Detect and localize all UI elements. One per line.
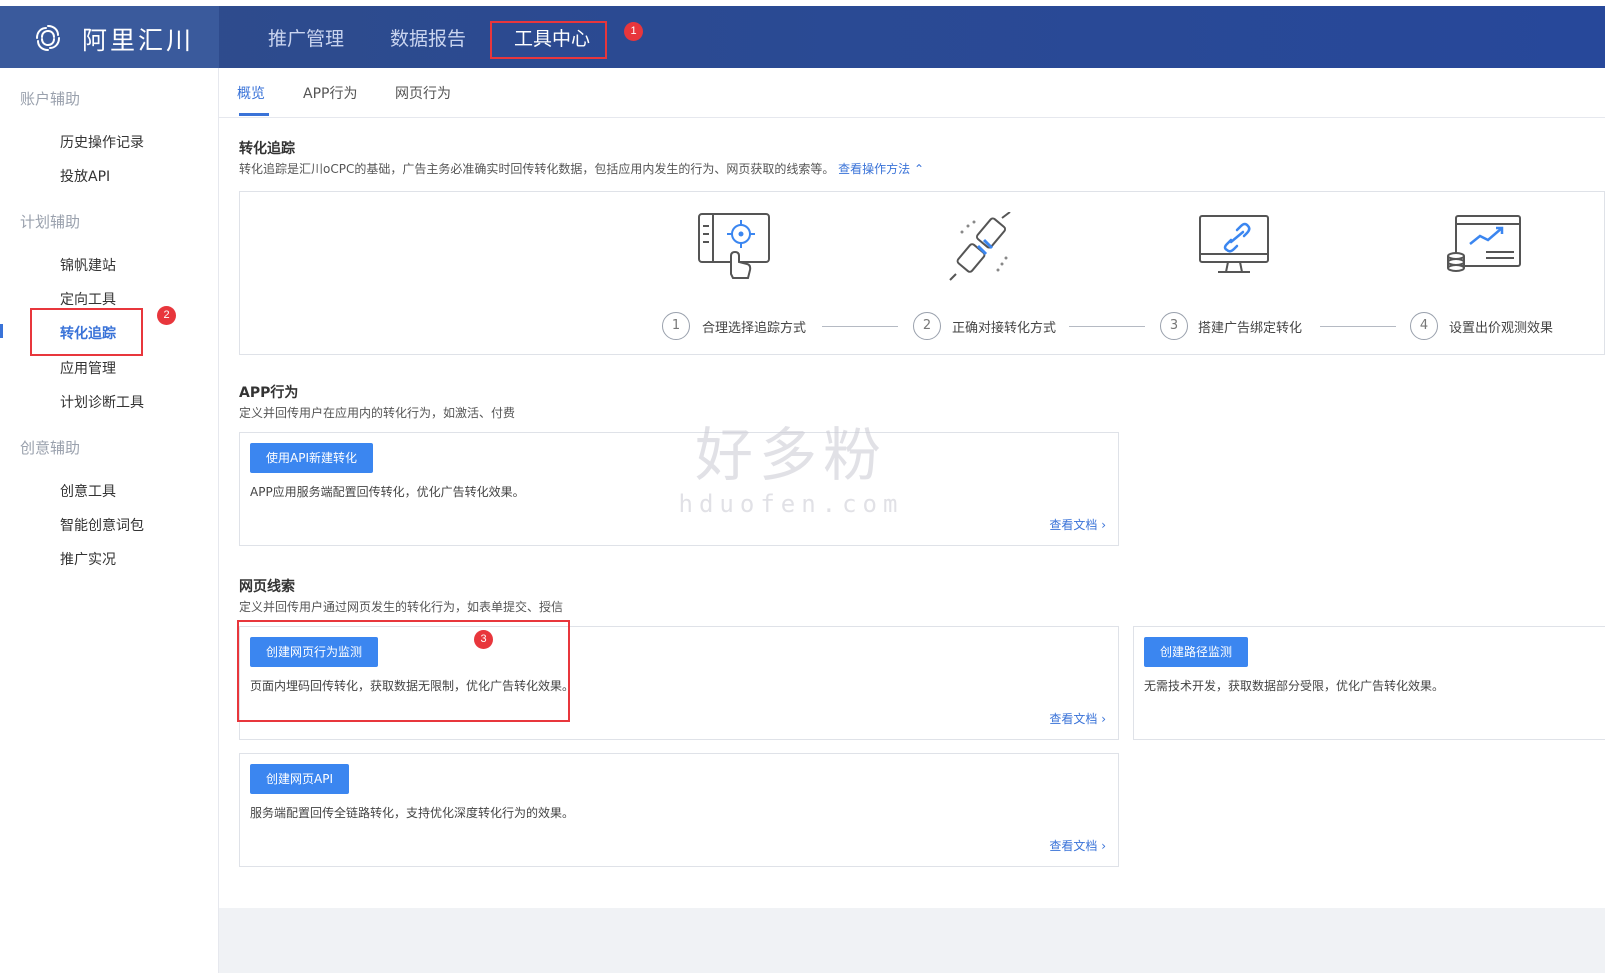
web-section-title: 网页线索	[239, 579, 295, 595]
highlight-box-tool-center	[490, 21, 607, 59]
doc-link-text: 查看文档	[1049, 712, 1098, 726]
step-connector	[822, 326, 898, 327]
create-api-conversion-button[interactable]: 使用API新建转化	[250, 443, 373, 473]
brand-name: 阿里汇川	[82, 26, 195, 55]
sidebar-item-history[interactable]: 历史操作记录	[60, 132, 144, 152]
doc-link-text: 查看文档	[1049, 518, 1098, 532]
app-section-title: APP行为	[239, 385, 299, 401]
step-connector	[1069, 326, 1145, 327]
step-2-label: 正确对接转化方式	[952, 321, 1057, 336]
brand[interactable]: 阿里汇川	[0, 6, 219, 68]
top-bar: 阿里汇川 推广管理 数据报告 工具中心 1	[0, 6, 1605, 68]
annotation-badge-2: 2	[157, 306, 176, 325]
tracking-desc-text: 转化追踪是汇川oCPC的基础，广告主务必准确实时回传转化数据，包括应用内发生的行…	[239, 162, 835, 176]
step-4-number: 4	[1410, 312, 1438, 340]
step-2-number: 2	[913, 312, 941, 340]
tab-app-behavior[interactable]: APP行为	[303, 83, 357, 103]
tab-overview[interactable]: 概览	[237, 83, 265, 103]
path-monitor-card: 创建路径监测 无需技术开发，获取数据部分受限，优化广告转化效果。	[1133, 626, 1605, 740]
tracking-desc: 转化追踪是汇川oCPC的基础，广告主务必准确实时回传转化数据，包括应用内发生的行…	[239, 160, 924, 177]
web-section-desc: 定义并回传用户通过网页发生的转化行为，如表单提交、授信	[239, 600, 564, 614]
sidebar: 账户辅助 历史操作记录 投放API 计划辅助 锦帆建站 定向工具 转化追踪 2 …	[0, 68, 219, 973]
content-panel: 概览 APP行为 网页行为 转化追踪 转化追踪是汇川oCPC的基础，广告主务必准…	[219, 68, 1605, 908]
app-api-card-desc: APP应用服务端配置回传转化，优化广告转化效果。	[250, 485, 525, 499]
chart-data-icon	[1447, 215, 1521, 272]
sidebar-item-plan-diagnosis[interactable]: 计划诊断工具	[60, 392, 144, 412]
chevron-right-icon: ›	[1101, 518, 1106, 532]
sidebar-item-promotion-live[interactable]: 推广实况	[60, 549, 116, 569]
annotation-badge-3: 3	[474, 630, 493, 649]
tracking-tablet-icon	[698, 213, 770, 279]
step-3-label: 搭建广告绑定转化	[1198, 321, 1303, 336]
topnav-promotion-management[interactable]: 推广管理	[268, 24, 344, 51]
create-web-api-button[interactable]: 创建网页API	[250, 764, 349, 794]
plug-connect-icon	[949, 212, 1011, 281]
chevron-right-icon: ›	[1101, 839, 1106, 853]
highlight-box-web-behavior	[237, 620, 570, 722]
sidebar-group-creative: 创意辅助	[20, 439, 81, 457]
web-api-card-desc: 服务端配置回传全链路转化，支持优化深度转化行为的效果。	[250, 806, 575, 820]
step-1-label: 合理选择追踪方式	[702, 321, 807, 336]
step-4-label: 设置出价观测效果	[1449, 321, 1554, 336]
tracking-steps-box: 1 合理选择追踪方式 2 正确对接转化方式 3 搭建广告绑定转化 4 设置出价观…	[239, 191, 1605, 355]
chevron-right-icon: ›	[1101, 712, 1106, 726]
sidebar-item-targeting[interactable]: 定向工具	[60, 289, 116, 309]
sidebar-group-plan: 计划辅助	[20, 213, 81, 231]
tracking-howto-link[interactable]: 查看操作方法 ⌃	[838, 162, 924, 176]
tab-active-underline	[239, 113, 269, 116]
brand-logo-icon	[36, 25, 60, 51]
app-section-desc: 定义并回传用户在应用内的转化行为，如激活、付费	[239, 406, 516, 420]
sidebar-item-creative-tool[interactable]: 创意工具	[60, 481, 116, 501]
create-path-monitor-button[interactable]: 创建路径监测	[1144, 637, 1249, 667]
sidebar-item-smart-creative-words[interactable]: 智能创意词包	[60, 515, 144, 535]
step-connector	[1320, 326, 1396, 327]
sidebar-active-indicator	[0, 324, 3, 338]
sidebar-item-app-management[interactable]: 应用管理	[60, 358, 116, 378]
monitor-link-icon	[1199, 215, 1269, 273]
tracking-title: 转化追踪	[239, 141, 295, 157]
tab-web-behavior[interactable]: 网页行为	[395, 83, 451, 103]
main-area: 概览 APP行为 网页行为 转化追踪 转化追踪是汇川oCPC的基础，广告主务必准…	[219, 68, 1605, 973]
topnav-data-report[interactable]: 数据报告	[390, 24, 466, 51]
web-api-card: 创建网页API 服务端配置回传全链路转化，支持优化深度转化行为的效果。 查看文档…	[239, 753, 1119, 867]
chevron-up-icon: ⌃	[914, 162, 925, 176]
app-api-card: 使用API新建转化 APP应用服务端配置回传转化，优化广告转化效果。 查看文档 …	[239, 432, 1119, 546]
sidebar-group-account: 账户辅助	[20, 90, 81, 108]
web-behavior-doc-link[interactable]: 查看文档 ›	[1049, 710, 1106, 727]
tracking-howto-link-text: 查看操作方法	[838, 162, 911, 176]
step-1-number: 1	[662, 312, 690, 340]
sidebar-item-site-builder[interactable]: 锦帆建站	[60, 255, 116, 275]
doc-link-text: 查看文档	[1049, 839, 1098, 853]
highlight-box-conversion-tracking	[30, 308, 143, 356]
tab-bar: 概览 APP行为 网页行为	[219, 68, 1605, 118]
web-api-doc-link[interactable]: 查看文档 ›	[1049, 837, 1106, 854]
step-3-number: 3	[1160, 312, 1188, 340]
path-monitor-card-desc: 无需技术开发，获取数据部分受限，优化广告转化效果。	[1144, 679, 1445, 693]
annotation-badge-1: 1	[624, 22, 643, 41]
sidebar-item-api[interactable]: 投放API	[60, 166, 110, 186]
app-api-doc-link[interactable]: 查看文档 ›	[1049, 516, 1106, 533]
